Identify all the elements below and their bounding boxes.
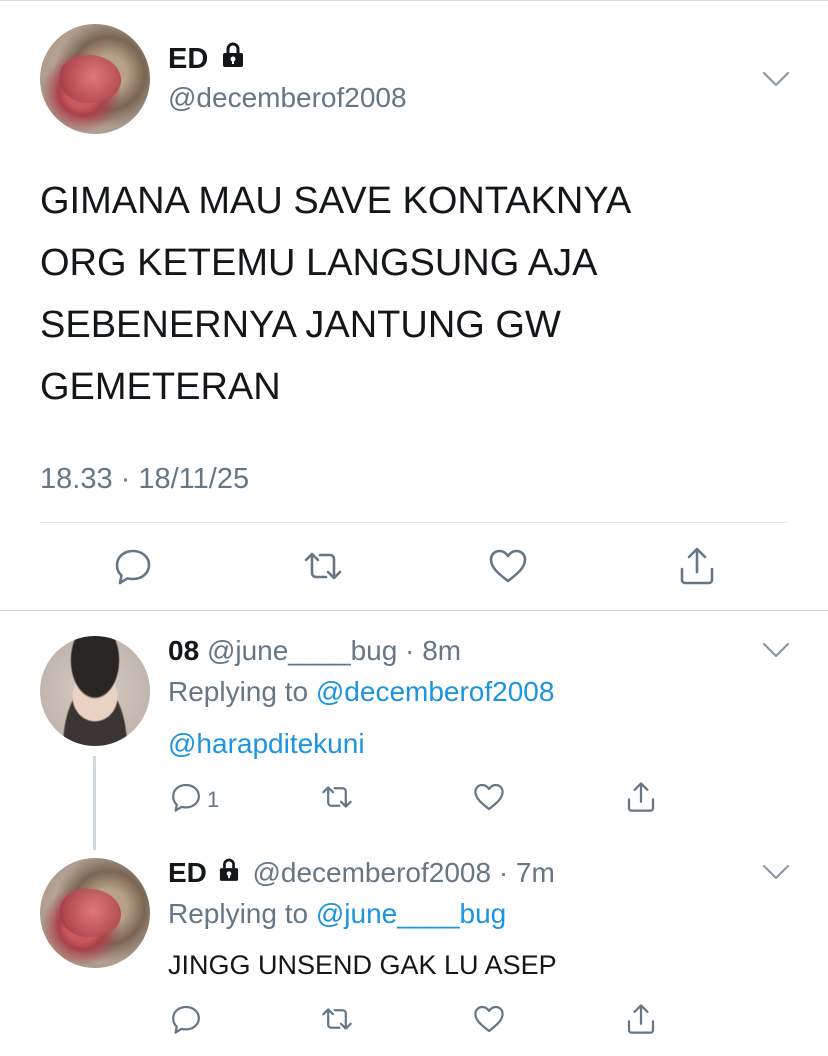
author-handle[interactable]: @decemberof2008 [168,82,407,114]
tweet-line: GEMETERAN [40,366,281,408]
mention-link[interactable]: @june____bug [316,898,506,929]
share-icon[interactable] [677,545,717,587]
reply-time: · 8m [405,635,462,666]
author-name[interactable]: 08 [168,635,199,666]
chevron-down-icon[interactable] [762,70,790,88]
reply-body[interactable]: @harapditekuni [168,728,365,760]
reply-header: 08 @june____bug · 8m [168,635,461,667]
tweet-line: ORG KETEMU LANGSUNG AJA [40,242,598,284]
tweet-body: GIMANA MAU SAVE KONTAKNYA ORG KETEMU LAN… [40,170,631,418]
author-name[interactable]: ED [168,857,207,888]
lock-icon [219,858,238,881]
chevron-down-icon[interactable] [762,863,790,881]
author-handle[interactable]: @june____bug [207,635,397,666]
section-divider [0,610,828,611]
reply-icon[interactable] [170,781,202,813]
tweet-line: GIMANA MAU SAVE KONTAKNYA [40,180,632,222]
reply-time: · 7m [498,857,555,888]
mention-link[interactable]: @decemberof2008 [316,676,555,707]
share-icon[interactable] [625,780,657,814]
like-icon[interactable] [487,546,529,586]
reply-count: 1 [207,787,220,812]
top-divider [0,0,828,1]
share-icon[interactable] [625,1002,657,1036]
tweet-timestamp[interactable]: 18.33 · 18/11/25 [40,463,249,496]
retweet-icon[interactable] [301,546,345,586]
retweet-icon[interactable] [319,781,355,813]
replying-to: Replying to @june____bug [168,898,507,929]
avatar[interactable] [40,858,150,968]
avatar[interactable] [40,24,150,134]
thread-line [93,756,96,850]
divider [40,522,788,523]
retweet-icon[interactable] [319,1003,355,1035]
reply-body: JINGG UNSEND GAK LU ASEP [168,950,557,980]
author-handle[interactable]: @decemberof2008 [252,857,491,888]
like-icon[interactable] [472,781,506,813]
lock-icon [223,42,244,67]
reply-icon[interactable] [170,1003,202,1035]
chevron-down-icon[interactable] [762,641,790,659]
replying-to: Replying to @decemberof2008 [168,676,555,707]
tweet-line: SEBENERNYA JANTUNG GW [40,304,561,346]
avatar[interactable] [40,636,150,746]
reply-icon[interactable] [113,546,153,586]
author-name[interactable]: ED [168,42,244,76]
reply-header: ED @decemberof2008 · 7m [168,857,555,889]
like-icon[interactable] [472,1003,506,1035]
